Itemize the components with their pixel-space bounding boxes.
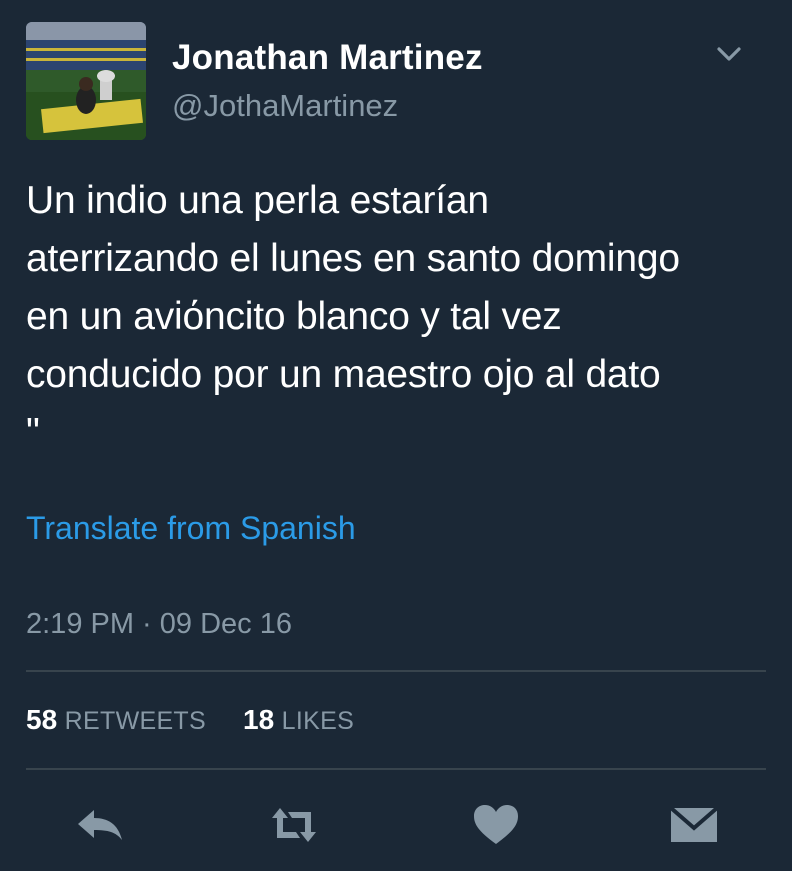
retweet-button[interactable] (266, 800, 322, 850)
likes-count: 18 (243, 704, 275, 735)
tweet-stats: 58 RETWEETS 18 LIKES (26, 704, 354, 736)
timestamp: 2:19 PM · 09 Dec 16 (26, 608, 292, 640)
retweets-count: 58 (26, 704, 58, 735)
author-name[interactable]: Jonathan Martinez (172, 38, 483, 78)
avatar-image (26, 22, 146, 140)
retweet-icon (272, 808, 316, 842)
retweets-label: RETWEETS (64, 707, 206, 735)
divider (26, 670, 766, 672)
tweet-detail: Jonathan Martinez @JothaMartinez Un indi… (0, 0, 792, 871)
reply-icon (78, 810, 122, 840)
like-button[interactable] (468, 800, 524, 850)
chevron-down-icon[interactable] (712, 40, 746, 68)
likes-label: LIKES (281, 707, 355, 735)
direct-message-button[interactable] (666, 800, 722, 850)
retweets-stat[interactable]: 58 RETWEETS (26, 704, 213, 735)
translate-link[interactable]: Translate from Spanish (26, 510, 356, 547)
avatar[interactable] (26, 22, 146, 140)
heart-icon (474, 805, 518, 844)
action-bar (0, 790, 792, 860)
likes-stat[interactable]: 18 LIKES (243, 704, 355, 735)
divider (26, 768, 766, 770)
tweet-text: Un indio una perla estarían aterrizando … (26, 179, 680, 454)
envelope-icon (669, 806, 719, 842)
reply-button[interactable] (72, 800, 128, 850)
author-handle[interactable]: @JothaMartinez (172, 88, 398, 124)
